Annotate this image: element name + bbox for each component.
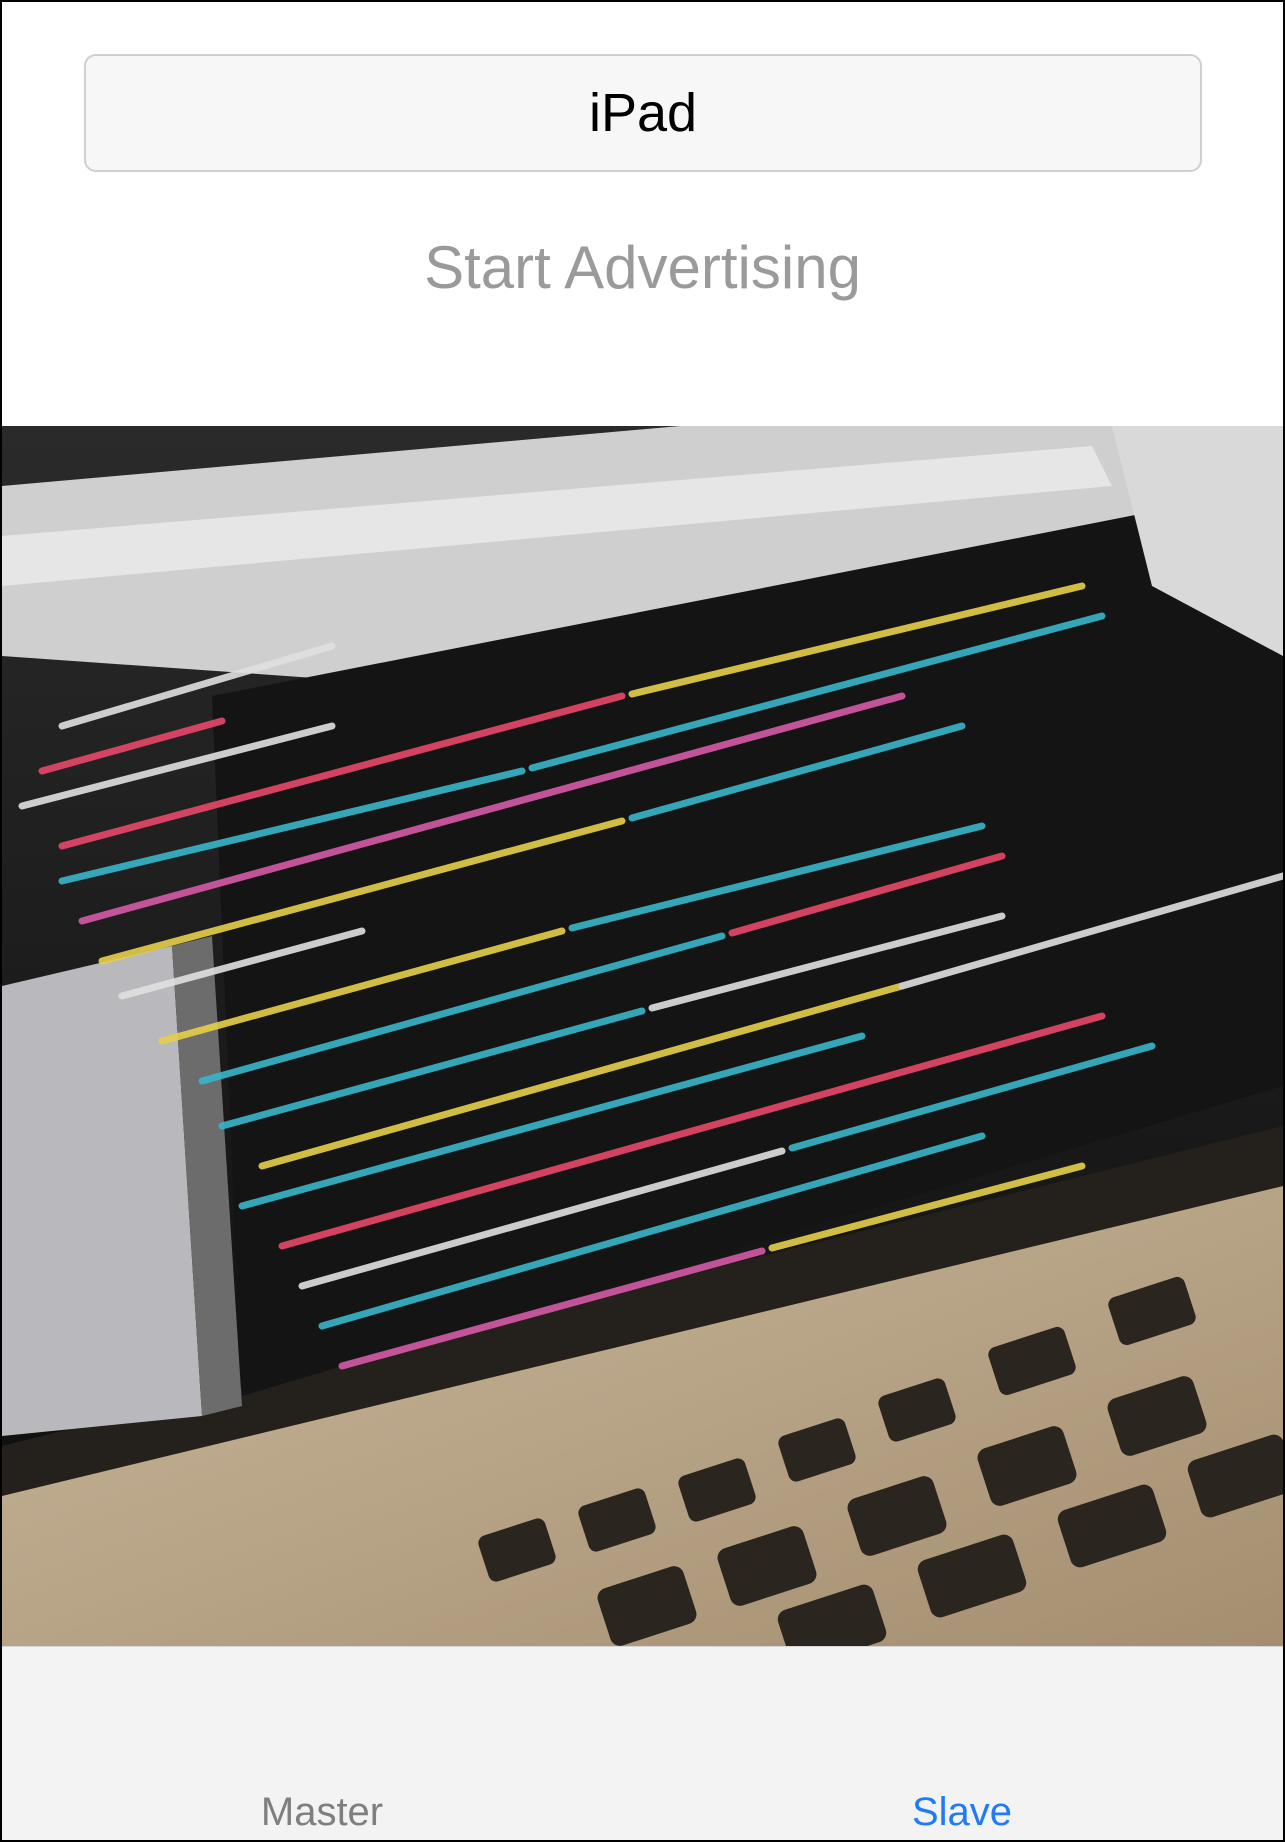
received-photo	[2, 426, 1283, 1646]
start-advertising-button[interactable]: Start Advertising	[2, 224, 1283, 310]
tab-slave-label: Slave	[911, 1790, 1013, 1834]
device-name-field[interactable]	[84, 54, 1202, 172]
tab-master[interactable]: Master	[2, 1647, 642, 1840]
tab-bar: Master Slave	[2, 1646, 1283, 1840]
tab-slave[interactable]: Slave	[642, 1647, 1282, 1840]
tab-master-label: Master	[260, 1790, 384, 1834]
app-window: Start Advertising	[0, 0, 1285, 1842]
